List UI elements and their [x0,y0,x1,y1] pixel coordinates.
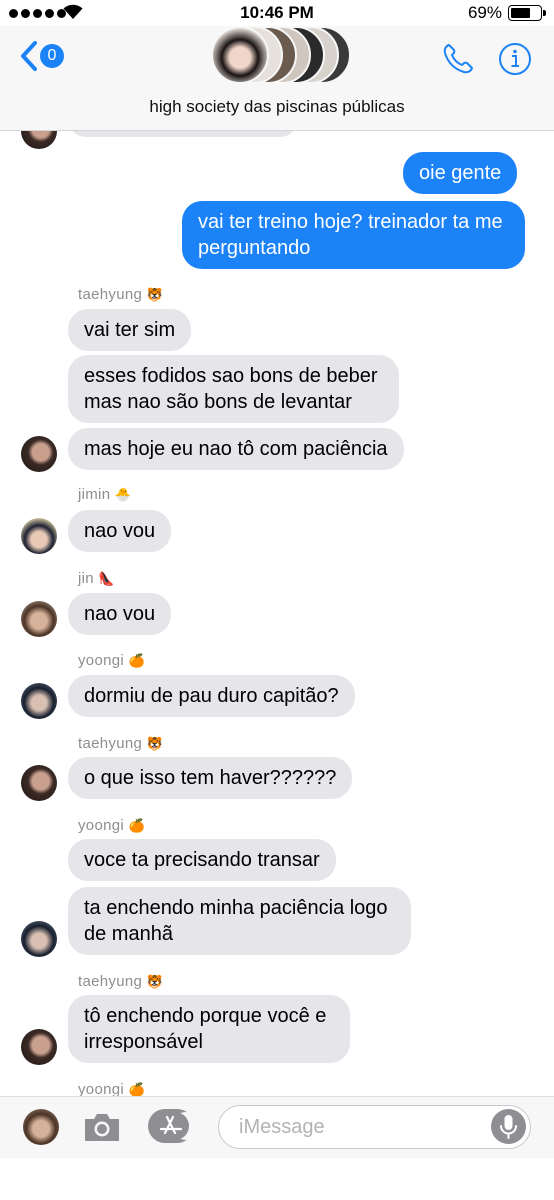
message-bubble-incoming: tô enchendo porque você e irresponsável [62,995,350,1063]
avatar-jin [21,601,57,637]
info-icon[interactable] [498,42,532,76]
group-title[interactable]: high society das piscinas públicas [0,97,554,117]
avatar-yoongi [21,921,57,957]
bottom-area [0,1158,554,1200]
message-bubble-incoming: ta enchendo minha paciência logo de manh… [62,887,411,955]
message-input-placeholder: iMessage [239,1116,325,1138]
avatar-jimin [21,518,57,554]
message-bubble-incoming: voce ta precisando transar [68,839,336,881]
unread-count-badge: 0 [40,44,64,68]
avatar-taehyung [21,765,57,801]
message-input[interactable]: iMessage [218,1105,531,1149]
chevron-left-icon [21,41,37,71]
sender-name: jin 👠 [78,570,115,587]
message-bubble-incoming: o que isso tem haver?????? [61,757,353,799]
battery-percentage: 69% [467,3,502,22]
conversation-header: 0 high society das piscinas públicas [0,26,554,131]
battery-icon [508,5,546,21]
sender-name: taehyung 🐯 [78,735,164,752]
app-store-icon[interactable] [148,1109,194,1143]
message-bubble-outgoing: oie gente [403,152,524,194]
avatar-yoongi [21,683,57,719]
sender-name: yoongi 🍊 [78,817,145,834]
message-bubble-incoming: nao vou [61,593,172,635]
avatar-taehyung [21,436,57,472]
group-avatars[interactable] [211,26,351,86]
camera-icon[interactable] [82,1110,122,1144]
message-bubble-incoming: esses fodidos sao bons de beber mas nao … [68,355,399,423]
message-bubble-incoming: mas hoje eu nao tô com paciência [62,428,404,470]
avatar [21,131,57,149]
message-list[interactable]: oie gente vai ter treino hoje? treinador… [0,131,554,1096]
message-bubble-incoming: nao vou [61,510,172,552]
message-bubble [68,131,298,137]
status-bar: 10:46 PM 69% [0,0,554,26]
message-bubble-incoming: vai ter sim [68,309,192,351]
avatar-taehyung [21,1029,57,1065]
phone-icon[interactable] [440,41,476,77]
my-avatar[interactable] [23,1109,59,1145]
microphone-button[interactable] [491,1109,526,1144]
message-bubble-incoming: dormiu de pau duro capitão? [62,675,355,717]
message-bubble-outgoing: vai ter treino hoje? treinador ta me per… [182,201,531,269]
sender-name: jimin 🐣 [78,486,132,503]
compose-bar: iMessage [0,1096,554,1158]
sender-name: yoongi 🍊 [78,652,145,669]
sender-name: taehyung 🐯 [78,973,164,990]
sender-name: taehyung 🐯 [78,286,164,303]
avatar [211,26,269,84]
microphone-icon [500,1115,517,1139]
sender-name: yoongi 🍊 [78,1081,145,1096]
back-button[interactable]: 0 [20,40,64,72]
